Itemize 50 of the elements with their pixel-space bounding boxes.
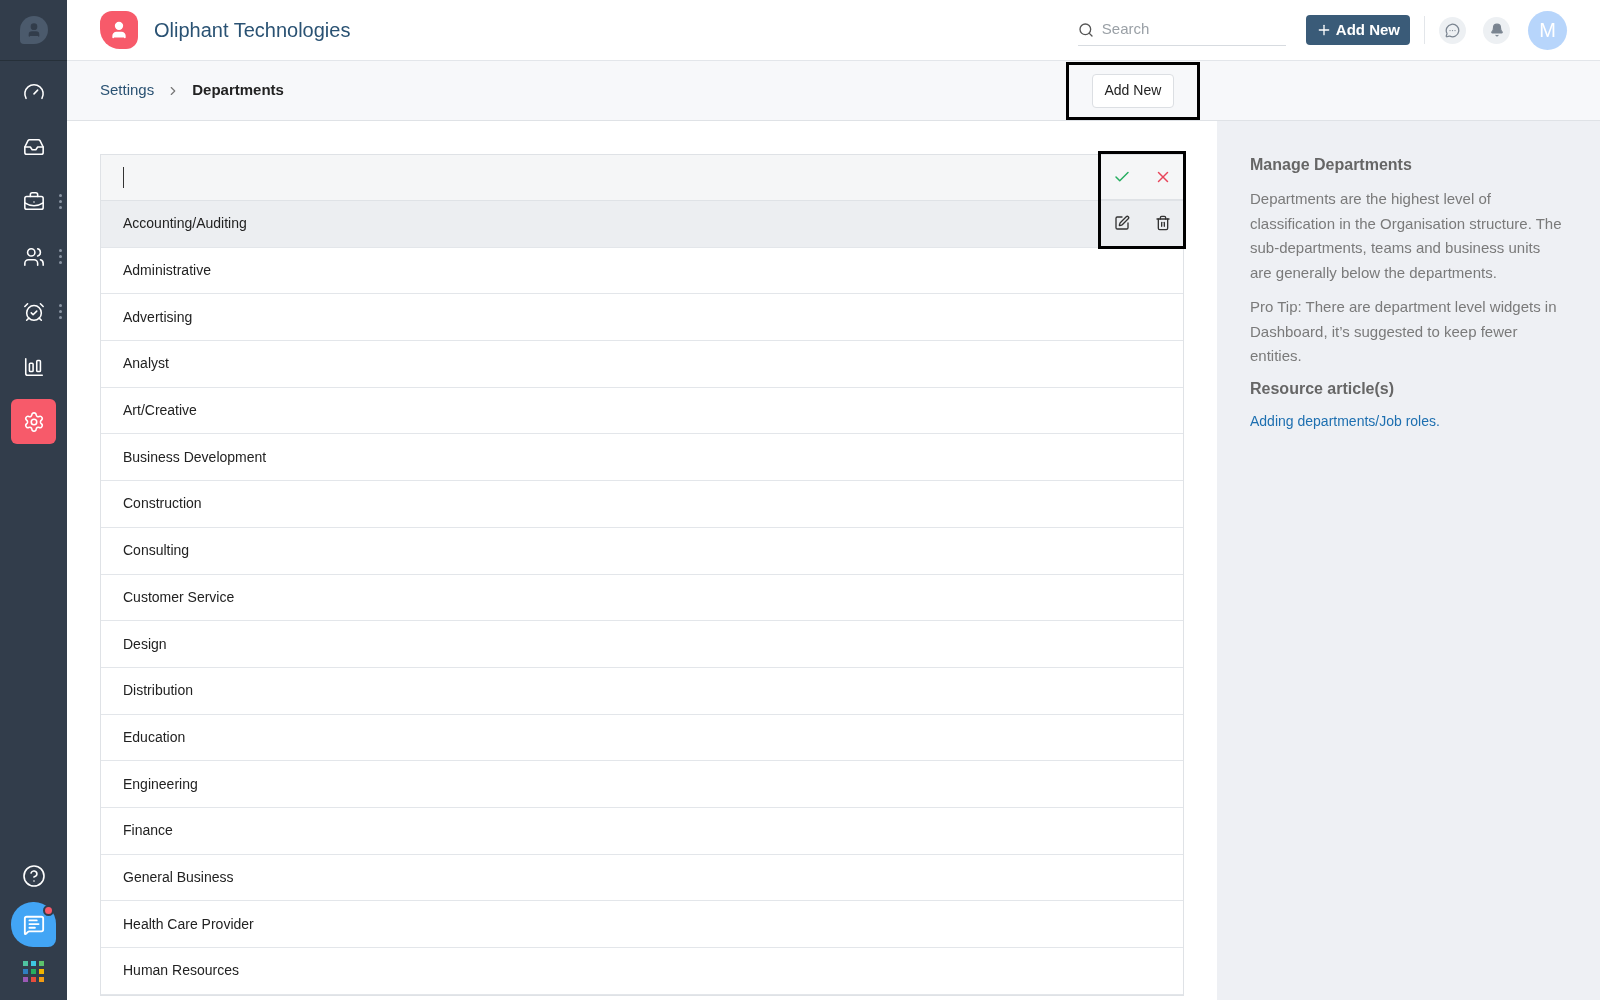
breadcrumb-current: Departments: [192, 80, 284, 101]
department-name: Accounting/Auditing: [123, 214, 247, 234]
company-logo-icon: [100, 11, 138, 49]
help-paragraph: Pro Tip: There are department level widgets in Dashboard, it’s suggested to keep fewer entities.: [1250, 297, 1558, 366]
department-name: Health Care Provider: [123, 914, 254, 934]
apps-grid-icon[interactable]: [23, 961, 44, 982]
more-dots-icon: [59, 249, 62, 264]
search-input[interactable]: Search: [1101, 18, 1272, 41]
delete-icon[interactable]: [1154, 215, 1171, 231]
department-name: Construction: [123, 494, 202, 514]
department-name: Art/Creative: [123, 401, 197, 421]
department-name: Design: [123, 634, 167, 654]
section-title: Resource article(s): [1250, 378, 1396, 399]
department-name: Analyst: [123, 354, 169, 374]
edit-icon[interactable]: [1113, 215, 1130, 231]
department-name: Advertising: [123, 307, 193, 327]
department-name: Education: [123, 727, 186, 747]
department-name: Consulting: [123, 541, 190, 561]
department-name: Finance: [123, 821, 173, 841]
help-icon[interactable]: [21, 864, 46, 888]
department-name: Administrative: [123, 261, 211, 281]
add-new-button[interactable]: Add New: [1305, 15, 1410, 45]
department-name: Business Development: [123, 447, 267, 467]
department-name: General Business: [123, 867, 234, 887]
more-dots-icon: [59, 304, 62, 319]
chat-icon[interactable]: [1439, 16, 1466, 44]
notifications-icon[interactable]: [1483, 16, 1510, 44]
people-icon: [22, 245, 45, 268]
department-name-input[interactable]: [101, 155, 1183, 201]
more-dots-icon: [59, 194, 62, 209]
panel-title: Manage Departments: [1250, 155, 1413, 175]
department-name: Distribution: [123, 681, 194, 701]
briefcase-icon: [22, 190, 45, 213]
department-name: Human Resources: [123, 961, 239, 981]
company-name: Oliphant Technologies: [154, 18, 351, 43]
breadcrumb-link[interactable]: Settings: [100, 79, 155, 102]
chat-icon: [22, 913, 45, 936]
search-icon: [1077, 21, 1094, 38]
alarm-clock-icon: [22, 300, 45, 323]
settings-icon: [22, 410, 45, 433]
department-row[interactable]: Accounting/Auditing: [101, 201, 1183, 248]
bar-chart-icon: [22, 355, 45, 378]
add-new-button[interactable]: Add New: [1091, 73, 1175, 108]
resource-link[interactable]: Adding departments/Job roles.: [1250, 410, 1564, 432]
help-paragraph: Departments are the highest level of classification in the Organisation structure. The sub-departments, teams and business units are generally below the departments.: [1250, 189, 1563, 283]
department-name: Customer Service: [123, 587, 235, 607]
search-field[interactable]: Search: [1077, 14, 1286, 46]
app-logo-icon: [19, 16, 48, 44]
chat-button[interactable]: [11, 902, 56, 947]
department-name: Engineering: [123, 774, 198, 794]
